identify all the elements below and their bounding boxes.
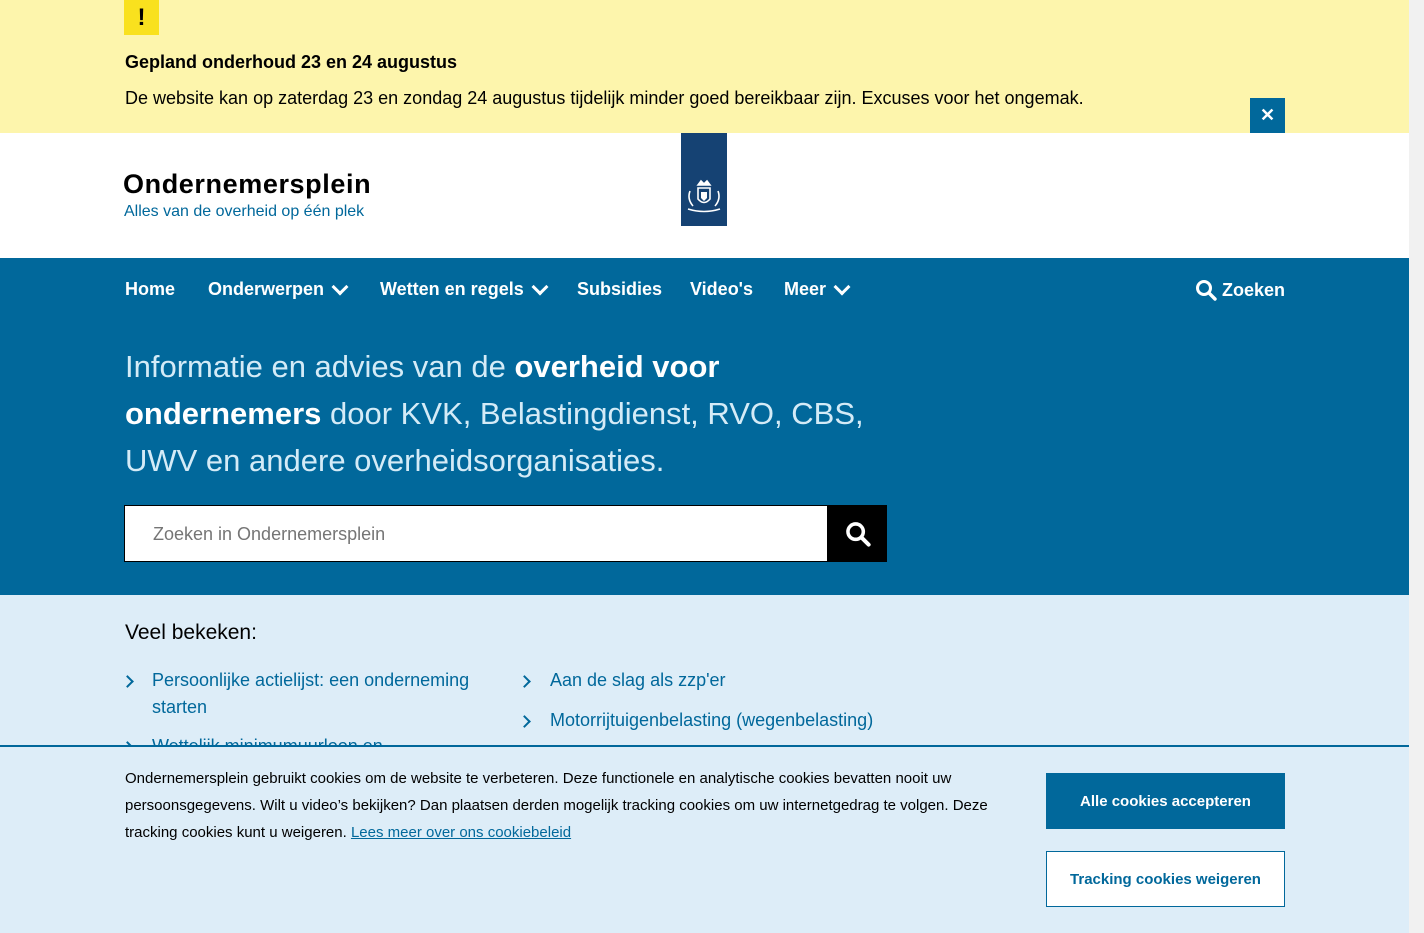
- nav-label: Subsidies: [577, 279, 663, 299]
- popular-link[interactable]: Persoonlijke actielijst: een onderneming…: [152, 667, 492, 721]
- accept-cookies-button[interactable]: Alle cookies accepteren: [1046, 773, 1285, 829]
- nav-label: Wetten en regels: [380, 279, 524, 299]
- hero-heading: Informatie en advies van de overheid voo…: [125, 343, 885, 484]
- reject-tracking-button[interactable]: Tracking cookies weigeren: [1046, 851, 1285, 907]
- cookie-policy-link[interactable]: Lees meer over ons cookiebeleid: [351, 824, 571, 841]
- nav-item-onderwerpen[interactable]: Onderwerpen: [208, 278, 349, 300]
- site-title[interactable]: Ondernemersplein: [123, 169, 371, 200]
- nav-item-videos[interactable]: Video's: [690, 279, 753, 300]
- search-icon: [1196, 280, 1217, 301]
- hero-text-part: Informatie en advies van de: [125, 349, 515, 384]
- nav-item-meer[interactable]: Meer: [784, 278, 851, 300]
- scrollbar[interactable]: [1409, 0, 1424, 933]
- search-icon: [845, 521, 871, 547]
- search-input[interactable]: [151, 506, 805, 562]
- chevron-down-icon: [531, 278, 549, 295]
- close-icon[interactable]: ✕: [1250, 98, 1285, 133]
- popular-link[interactable]: Motorrijtuigenbelasting (wegenbelasting): [550, 707, 873, 734]
- nav-item-wetten-en-regels[interactable]: Wetten en regels: [380, 278, 549, 300]
- nav-label: Onderwerpen: [208, 279, 325, 299]
- nav-search-button[interactable]: Zoeken: [1195, 279, 1285, 301]
- brand-header: Ondernemersplein Alles van de overheid o…: [0, 133, 1409, 258]
- search-field: [124, 505, 828, 562]
- site-tagline: Alles van de overheid op één plek: [124, 203, 365, 220]
- nav-label: Home: [125, 279, 176, 299]
- cookie-banner: Ondernemersplein gebruikt cookies om de …: [0, 745, 1409, 933]
- alert-text: De website kan op zaterdag 23 en zondag …: [125, 88, 1084, 108]
- alert-title: Gepland onderhoud 23 en 24 augustus: [125, 52, 458, 72]
- chevron-right-icon: [121, 675, 134, 688]
- main-navigation: Home Onderwerpen Wetten en regels Subsid…: [0, 258, 1409, 323]
- popular-links: Veel bekeken: Persoonlijke actielijst: e…: [0, 595, 1409, 747]
- coat-of-arms-icon: [687, 179, 721, 213]
- nav-label: Video's: [690, 279, 753, 299]
- hero-section: Informatie en advies van de overheid voo…: [0, 323, 1409, 595]
- nav-item-subsidies[interactable]: Subsidies: [577, 279, 662, 300]
- warning-icon: !: [124, 0, 159, 35]
- search-submit-button[interactable]: [828, 505, 887, 562]
- popular-link[interactable]: Aan de slag als zzp'er: [550, 667, 726, 694]
- chevron-right-icon: [518, 715, 531, 728]
- search-label: Zoeken: [1222, 279, 1286, 300]
- chevron-down-icon: [833, 278, 851, 295]
- government-logo[interactable]: [681, 133, 727, 226]
- chevron-down-icon: [331, 278, 349, 295]
- nav-label: Meer: [784, 279, 827, 299]
- nav-item-home[interactable]: Home: [125, 279, 175, 300]
- maintenance-alert: ! Gepland onderhoud 23 en 24 augustus De…: [0, 0, 1409, 133]
- cookie-text: Ondernemersplein gebruikt cookies om de …: [125, 765, 1005, 846]
- chevron-right-icon: [518, 675, 531, 688]
- popular-heading: Veel bekeken:: [125, 621, 257, 644]
